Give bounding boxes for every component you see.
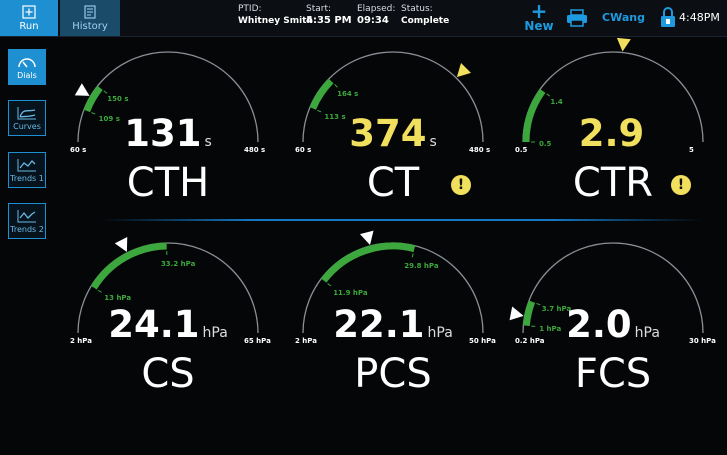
gauge-fcs-target-range [522, 300, 536, 327]
gauge-fcs-name: FCS [574, 351, 652, 397]
gauge-fcs-min-label: 0.2 hPa [515, 337, 545, 345]
gauge-fcs-max-label: 30 hPa [689, 337, 716, 345]
gauge-fcs-value-box: 2.0 hPa [566, 303, 660, 346]
gauge-fcs-low-label: 1 hPa [539, 325, 562, 334]
gauge-fcs-value: 2.0 [566, 303, 632, 346]
gauge-fcs-high-tick [536, 302, 541, 306]
gauge-fcs-marker [509, 306, 524, 321]
gauge-fcs-unit: hPa [634, 325, 660, 341]
